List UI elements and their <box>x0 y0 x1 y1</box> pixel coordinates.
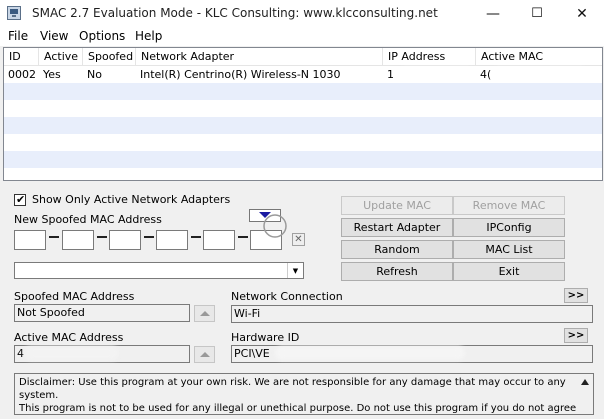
list-stripe <box>4 151 602 168</box>
list-header: ID Active Spoofed Network Adapter IP Add… <box>4 48 602 66</box>
list-stripe <box>4 83 602 100</box>
cursor-ring-icon <box>263 214 287 238</box>
show-active-only-label: Show Only Active Network Adapters <box>32 193 231 206</box>
menu-bar: File View Options Help <box>0 27 604 46</box>
mac-segment-2[interactable] <box>62 230 94 250</box>
check-icon: ✔ <box>16 193 26 206</box>
list-stripe <box>4 168 602 180</box>
disclaimer-box[interactable]: Disclaimer: Use this program at your own… <box>14 373 594 415</box>
cell-active: Yes <box>43 68 61 81</box>
list-stripe <box>4 134 602 151</box>
random-button[interactable]: Random <box>341 240 453 259</box>
hardware-id-more-button[interactable]: >> <box>564 328 588 343</box>
exit-button[interactable]: Exit <box>453 262 565 281</box>
network-connection-label: Network Connection <box>231 290 343 303</box>
dash-separator <box>49 236 59 238</box>
window-title: SMAC 2.7 Evaluation Mode - KLC Consultin… <box>32 6 438 20</box>
mac-segment-5[interactable] <box>203 230 235 250</box>
redaction <box>492 68 587 81</box>
list-stripe <box>4 100 602 117</box>
ipconfig-button[interactable]: IPConfig <box>453 218 565 237</box>
col-ip-address[interactable]: IP Address <box>383 48 476 65</box>
chevron-down-icon[interactable]: ▼ <box>287 263 303 278</box>
cell-network-adapter: Intel(R) Centrino(R) Wireless-N 1030 <box>140 68 341 81</box>
mac-list-button[interactable]: MAC List <box>453 240 565 259</box>
redaction <box>275 346 465 360</box>
disclaimer-line-1: Disclaimer: Use this program at your own… <box>19 377 566 401</box>
menu-options[interactable]: Options <box>79 29 125 43</box>
new-mac-label: New Spoofed MAC Address <box>14 213 162 226</box>
smac-app-icon <box>7 6 21 20</box>
maximize-button[interactable]: ☐ <box>515 0 559 27</box>
copy-active-mac-button[interactable] <box>194 346 215 363</box>
title-bar: SMAC 2.7 Evaluation Mode - KLC Consultin… <box>0 0 604 28</box>
scroll-up-icon[interactable] <box>577 374 593 390</box>
mac-segment-3[interactable] <box>109 230 141 250</box>
redaction <box>399 68 474 81</box>
clear-mac-button[interactable]: ✕ <box>292 233 305 246</box>
menu-help[interactable]: Help <box>135 29 162 43</box>
menu-view[interactable]: View <box>40 29 68 43</box>
col-id[interactable]: ID <box>4 48 39 65</box>
dash-separator <box>191 236 201 238</box>
cell-id: 0002 <box>8 68 36 81</box>
redaction <box>24 346 119 360</box>
copy-spoofed-mac-button[interactable] <box>194 305 215 322</box>
refresh-button[interactable]: Refresh <box>341 262 453 281</box>
dash-separator <box>144 236 154 238</box>
menu-file[interactable]: File <box>8 29 28 43</box>
triangle-up-icon <box>199 352 210 357</box>
show-active-only-checkbox[interactable]: ✔ <box>14 193 26 206</box>
remove-mac-button[interactable]: Remove MAC <box>453 196 565 215</box>
mac-segment-4[interactable] <box>156 230 188 250</box>
disclaimer-line-2: This program is not to be used for any i… <box>19 403 577 414</box>
vendor-combo[interactable]: ▼ <box>14 262 304 279</box>
restart-adapter-button[interactable]: Restart Adapter <box>341 218 453 237</box>
triangle-up-icon <box>199 311 210 316</box>
minimize-button[interactable]: — <box>471 0 515 27</box>
hardware-id-label: Hardware ID <box>231 331 300 344</box>
close-button[interactable]: ✕ <box>560 0 604 27</box>
cell-spoofed: No <box>87 68 102 81</box>
active-mac-label: Active MAC Address <box>14 331 124 344</box>
col-active-mac[interactable]: Active MAC <box>476 48 602 65</box>
mac-segment-1[interactable] <box>14 230 46 250</box>
col-active[interactable]: Active <box>39 48 83 65</box>
col-network-adapter[interactable]: Network Adapter <box>136 48 383 65</box>
list-stripe <box>4 117 602 134</box>
update-mac-button[interactable]: Update MAC <box>341 196 453 215</box>
network-connection-field: Wi-Fi <box>231 305 593 323</box>
adapters-list[interactable]: ID Active Spoofed Network Adapter IP Add… <box>3 47 603 181</box>
col-spoofed[interactable]: Spoofed <box>83 48 136 65</box>
spoofed-mac-field: Not Spoofed <box>14 304 190 322</box>
dash-separator <box>238 236 248 238</box>
dash-separator <box>97 236 107 238</box>
spoofed-mac-label: Spoofed MAC Address <box>14 290 135 303</box>
network-connection-more-button[interactable]: >> <box>564 288 588 303</box>
